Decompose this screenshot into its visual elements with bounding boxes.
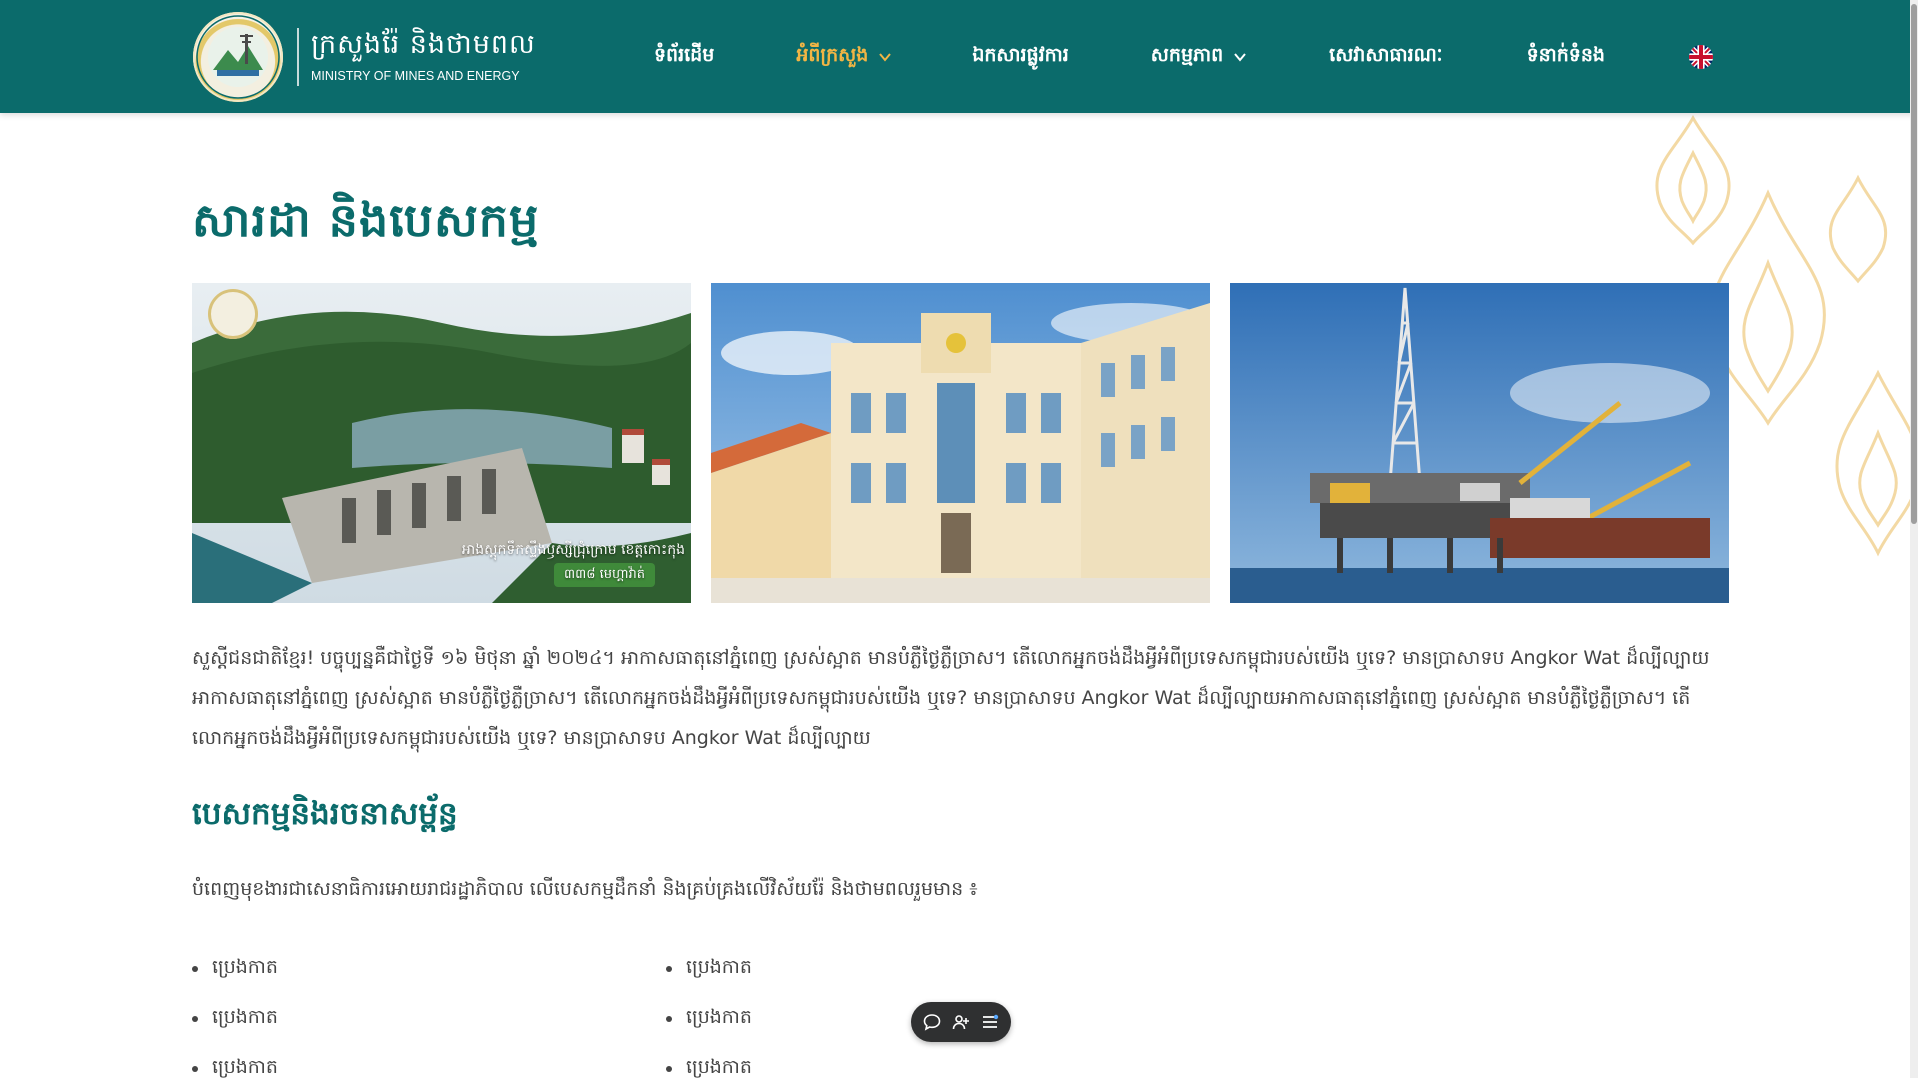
page-title: សារដា និងបេសកម្ម bbox=[192, 193, 540, 247]
chevron-down-icon bbox=[1234, 52, 1246, 62]
logo[interactable]: ក្រសួងរ៉ែ និងថាមពល MINISTRY OF MINES AND… bbox=[193, 12, 536, 102]
intro-paragraph: សួស្តីជនជាតិខ្មែរ! បច្ចុប្បន្នគឺជាថ្ងៃទី… bbox=[192, 647, 1710, 749]
site-header: ក្រសួងរ៉ែ និងថាមពល MINISTRY OF MINES AND… bbox=[0, 0, 1918, 113]
nav-home-label: ទំព័រដើម bbox=[654, 43, 715, 66]
nav-contact[interactable]: ទំនាក់ទំនង bbox=[1527, 43, 1605, 71]
list-item: ប្រេងកាត bbox=[192, 955, 666, 983]
floating-toolbar bbox=[911, 1002, 1011, 1042]
list-item-label: ប្រេងកាត bbox=[686, 1056, 752, 1078]
page-scrollbar[interactable] bbox=[1910, 0, 1918, 1078]
list-item: ប្រេងកាត bbox=[192, 1055, 666, 1083]
list-item-label: ប្រេងកាត bbox=[686, 1006, 752, 1028]
list-item: ប្រេងកាត bbox=[666, 1055, 966, 1083]
dam-image[interactable]: អាងស្តុកទឹកស្ទឹងឫស្សីជ្រុំក្រោម ខេត្តកោះ… bbox=[192, 283, 691, 603]
bullet-icon bbox=[192, 1066, 198, 1072]
nav-about-label: អំពីក្រសួង bbox=[796, 43, 869, 66]
add-user-icon[interactable] bbox=[951, 1012, 971, 1032]
nav-home[interactable]: ទំព័រដើម bbox=[654, 43, 714, 71]
nav-activities-label: សកម្មភាព bbox=[1150, 43, 1224, 66]
list-item: ប្រេងកាត bbox=[192, 1005, 666, 1033]
image-caption-text: អាងស្តុកទឹកស្ទឹងឫស្សីជ្រុំក្រោម ខេត្តកោះ… bbox=[461, 542, 685, 558]
logo-text: ក្រសួងរ៉ែ និងថាមពល MINISTRY OF MINES AND… bbox=[311, 28, 536, 86]
list-item-label: ប្រេងកាត bbox=[212, 1006, 278, 1028]
logo-title-kh: ក្រសួងរ៉ែ និងថាមពល bbox=[311, 29, 536, 60]
bullet-icon bbox=[666, 966, 672, 972]
oil-rig-image[interactable] bbox=[1230, 283, 1729, 603]
nav-documents-label: ឯកសារផ្លូវការ bbox=[972, 43, 1069, 66]
bullet-icon bbox=[666, 1016, 672, 1022]
section-title: បេសកម្មនិងរចនាសម្ព័ន្ធ bbox=[192, 796, 458, 832]
scrollbar-thumb[interactable] bbox=[1911, 4, 1917, 524]
language-switch[interactable] bbox=[1689, 44, 1713, 69]
ministry-building-image[interactable] bbox=[711, 283, 1210, 603]
nav-contact-label: ទំនាក់ទំនង bbox=[1526, 43, 1605, 66]
nav-public-services-label: សេវាសាធារណៈ bbox=[1329, 43, 1443, 66]
main-nav: ទំព័រដើម អំពីក្រសួង ឯកសារផ្លូវការ សកម្មភ… bbox=[640, 0, 1713, 113]
nav-public-services[interactable]: សេវាសាធារណៈ bbox=[1329, 43, 1442, 71]
section-description: បំពេញមុខងារជាសេនាធិការអោយរាជរដ្ឋាភិបាល ល… bbox=[192, 878, 978, 900]
bullet-icon bbox=[666, 1066, 672, 1072]
nav-documents[interactable]: ឯកសារផ្លូវការ bbox=[972, 43, 1068, 71]
bullet-icon bbox=[192, 1016, 198, 1022]
nav-activities[interactable]: សកម្មភាព bbox=[1151, 43, 1247, 71]
logo-divider bbox=[297, 28, 299, 86]
chevron-down-icon bbox=[879, 52, 892, 62]
mission-list: ប្រេងកាត ប្រេងកាត ប្រេងកាត ប្រេងកាត ប្រេ… bbox=[192, 955, 992, 1083]
logo-watermark-icon bbox=[208, 289, 258, 339]
image-gallery: អាងស្តុកទឹកស្ទឹងឫស្សីជ្រុំក្រោម ខេត្តកោះ… bbox=[192, 283, 1729, 603]
image-caption-sub: ៣៣៨ មេហ្គាវ៉ាត់ bbox=[554, 563, 655, 587]
list-item: ប្រេងកាត bbox=[666, 955, 966, 983]
bullet-icon bbox=[192, 966, 198, 972]
uk-flag-icon bbox=[1689, 44, 1713, 69]
list-item-label: ប្រេងកាត bbox=[212, 956, 278, 978]
list-item-label: ប្រេងកាត bbox=[212, 1056, 278, 1078]
logo-title-en: MINISTRY OF MINES AND ENERGY bbox=[311, 69, 520, 83]
ministry-seal-icon bbox=[193, 12, 283, 102]
chat-icon[interactable] bbox=[922, 1012, 942, 1032]
image-caption: អាងស្តុកទឹកស្ទឹងឫស្សីជ្រុំក្រោម ខេត្តកោះ… bbox=[462, 538, 685, 587]
nav-about[interactable]: អំពីក្រសួង bbox=[796, 43, 892, 71]
list-item-label: ប្រេងកាត bbox=[686, 956, 752, 978]
menu-list-icon[interactable] bbox=[980, 1012, 1000, 1032]
